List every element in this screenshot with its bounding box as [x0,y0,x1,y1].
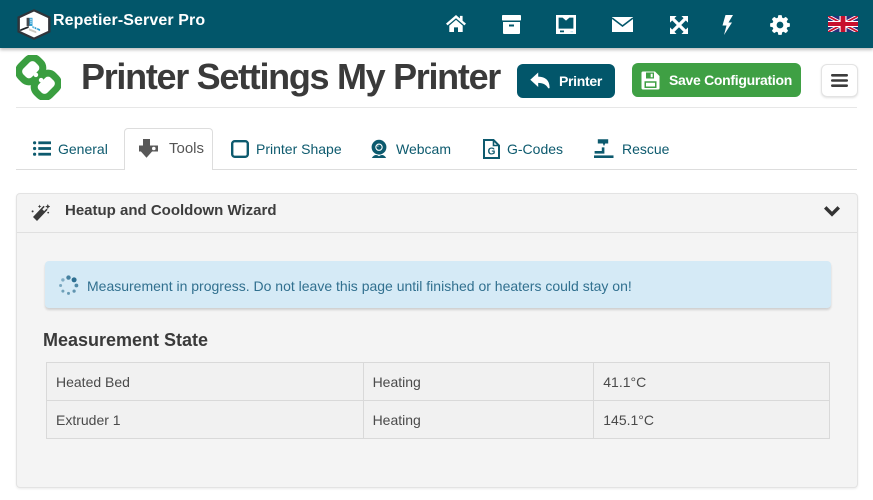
svg-text:G: G [488,146,496,157]
